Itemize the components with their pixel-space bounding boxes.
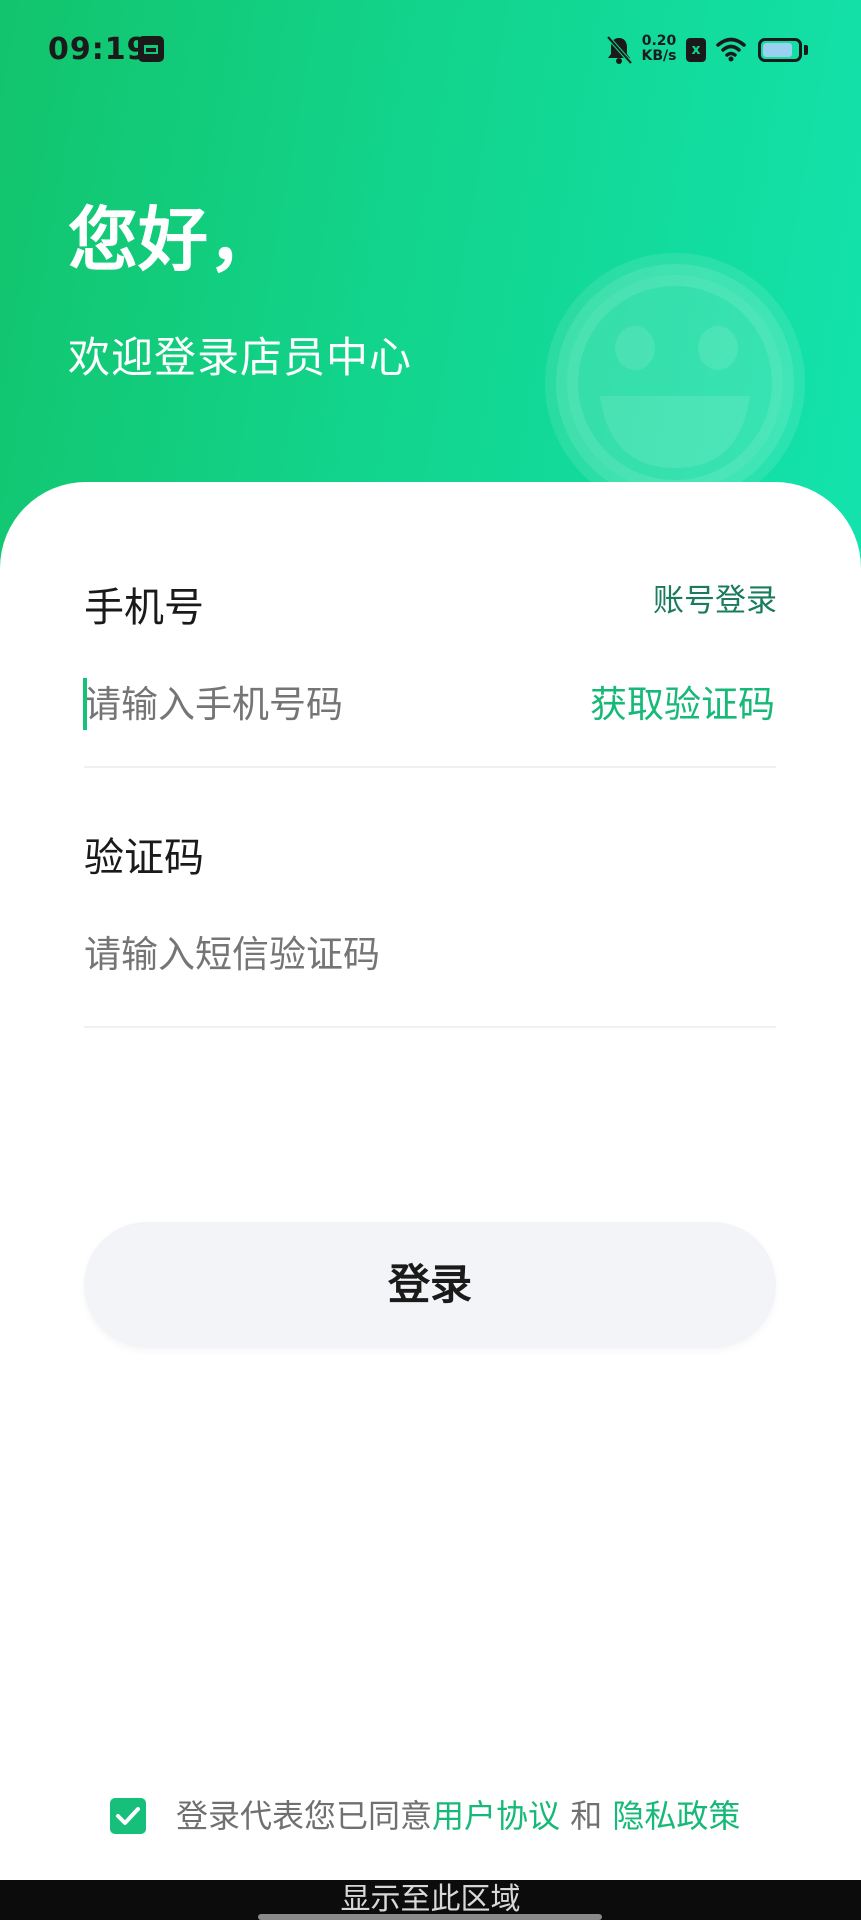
wifi-icon [716,37,746,62]
checkmark-icon [116,1807,140,1825]
phone-label: 手机号 [84,585,204,631]
battery-level-fill [763,43,792,57]
agreement-conjunction: 和 [560,1797,613,1835]
status-bar: 09:19 0.20 KB/s x [0,0,861,100]
greeting-title: 您好， [68,199,278,281]
bell-off-icon [606,35,633,65]
status-time: 09:19 [48,32,149,67]
code-input[interactable] [84,930,776,980]
account-login-link[interactable]: 账号登录 [653,580,777,622]
battery-tip [804,45,808,55]
net-speed-unit: KB/s [641,48,677,64]
privacy-policy-link[interactable]: 隐私政策 [612,1797,740,1835]
phone-input[interactable] [84,680,544,730]
sim-icon: x [686,38,706,62]
agreement-prefix: 登录代表您已同意 [176,1797,433,1835]
battery-icon [758,38,802,62]
agreement-checkbox[interactable] [110,1798,146,1834]
phone-divider [84,766,776,768]
agreement-text: 登录代表您已同意用户协议 和 隐私政策 [176,1790,740,1842]
app-icon [138,36,164,62]
home-indicator[interactable] [258,1914,602,1920]
text-cursor [83,678,87,730]
user-agreement-link[interactable]: 用户协议 [432,1797,560,1835]
login-button[interactable]: 登录 [84,1222,776,1348]
bottom-bar: 显示至此区域 [0,1880,861,1920]
welcome-subtitle: 欢迎登录店员中心 [68,333,413,382]
code-label: 验证码 [84,835,204,881]
code-divider [84,1026,776,1028]
net-speed-value: 0.20 [641,33,677,49]
get-code-button[interactable]: 获取验证码 [590,680,775,730]
agreement-row: 登录代表您已同意用户协议 和 隐私政策 [0,1790,861,1842]
net-speed: 0.20 KB/s [638,34,680,64]
